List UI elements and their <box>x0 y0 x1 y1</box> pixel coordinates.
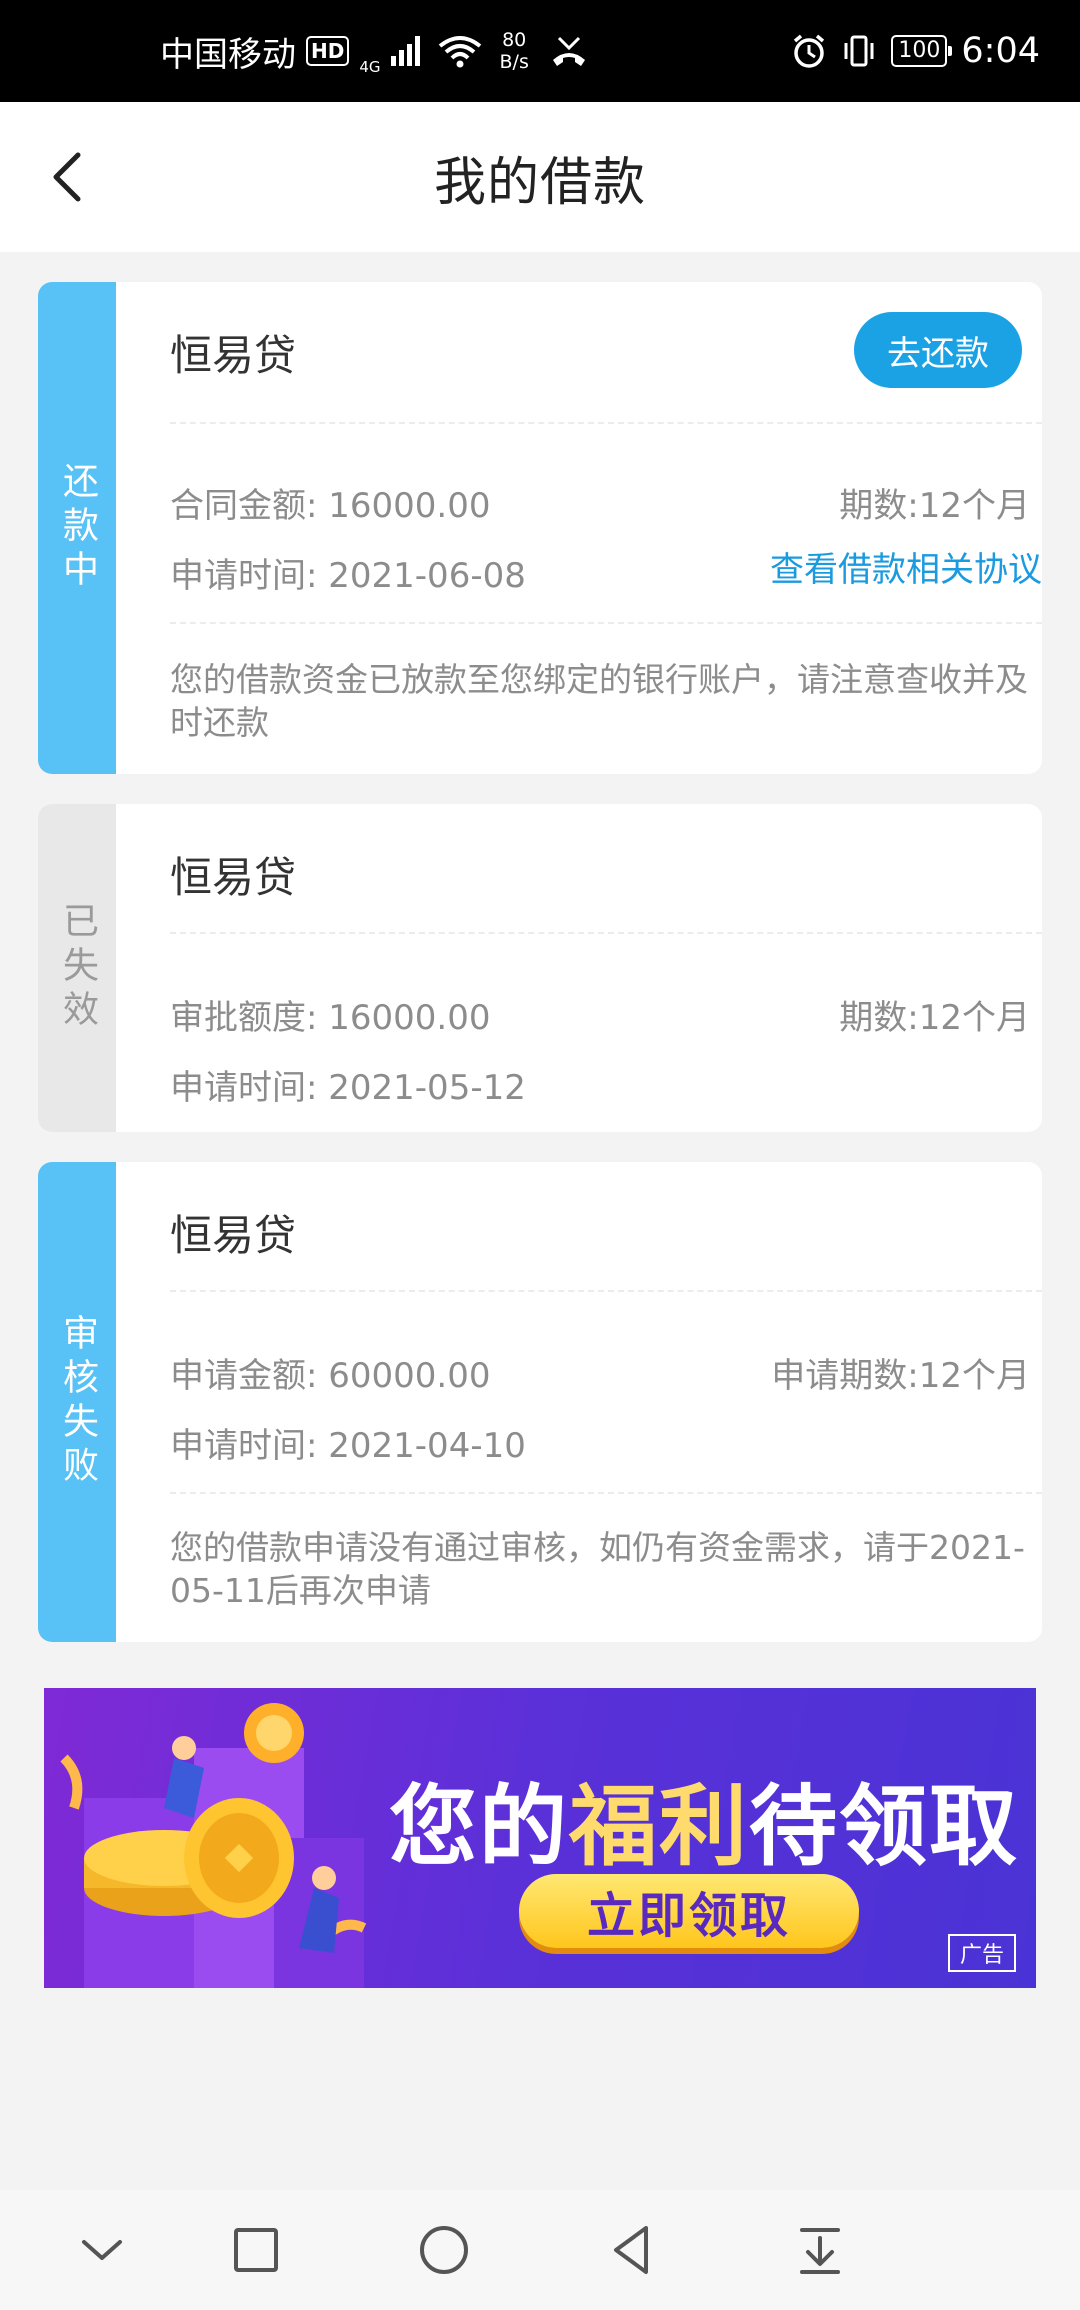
apply-date: 申请时间: 2021-04-10 <box>170 1426 526 1466</box>
apply-date: 申请时间: 2021-05-12 <box>170 1068 526 1108</box>
circle-icon[interactable] <box>414 2220 474 2280</box>
vibrate-icon <box>844 35 874 67</box>
loan-term: 期数:12个月 <box>839 486 1030 526</box>
ad-headline: 您的福利待领取 <box>389 1775 1020 1878</box>
loan-term: 期数:12个月 <box>839 998 1030 1038</box>
page-title: 我的借款 <box>433 152 646 213</box>
divider <box>170 932 1042 934</box>
chevron-down-icon[interactable] <box>72 2220 132 2280</box>
status-bar: 中国移动 HD 4G 80 B/s 100 6:04 <box>0 0 1080 102</box>
app-header: 我的借款 <box>0 102 1080 252</box>
loan-card-repaying: 还款中 恒易贷 去还款 合同金额: 16000.00 期数:12个月 申请时间:… <box>38 282 1042 774</box>
missed-call-icon <box>552 36 585 66</box>
loan-card-rejected: 审核失败 恒易贷 申请金额: 60000.00 申请期数:12个月 申请时间: … <box>38 1162 1042 1642</box>
status-strip: 已失效 <box>38 804 116 1132</box>
status-strip: 审核失败 <box>38 1162 116 1642</box>
clock: 6:04 <box>961 31 1040 71</box>
apply-date: 申请时间: 2021-06-08 <box>170 556 526 596</box>
ad-claim-button[interactable]: 立即领取 <box>519 1874 859 1948</box>
apply-term: 申请期数:12个月 <box>771 1356 1030 1396</box>
loan-status: 已失效 <box>57 902 98 1034</box>
loan-status: 还款中 <box>57 462 98 594</box>
divider <box>170 422 1042 424</box>
alarm-icon <box>794 34 825 68</box>
divider <box>170 1492 1042 1494</box>
carrier-name: 中国移动 <box>160 34 296 75</box>
repay-button[interactable]: 去还款 <box>854 312 1022 388</box>
apply-amount: 申请金额: 60000.00 <box>170 1356 491 1396</box>
ad-banner[interactable]: 您的福利待领取 立即领取 广告 <box>44 1688 1036 1988</box>
hd-icon: HD <box>306 36 350 66</box>
signal-icon <box>390 36 420 66</box>
contract-amount: 合同金额: 16000.00 <box>170 486 491 526</box>
divider <box>170 1290 1042 1292</box>
product-name: 恒易贷 <box>170 1211 297 1260</box>
approved-amount: 审批额度: 16000.00 <box>170 998 491 1038</box>
wifi-icon <box>438 36 481 68</box>
loan-status: 审核失败 <box>57 1314 98 1490</box>
chevron-left-icon[interactable] <box>40 147 100 207</box>
product-name: 恒易贷 <box>170 331 297 380</box>
network-type: 4G <box>359 58 381 76</box>
loan-note: 您的借款资金已放款至您绑定的银行账户，请注意查收并及时还款 <box>170 660 1028 742</box>
loan-note: 您的借款申请没有通过审核，如仍有资金需求，请于2021-05-11后再次申请 <box>170 1528 1025 1610</box>
network-speed: 80 B/s <box>499 29 529 73</box>
product-name: 恒易贷 <box>170 853 297 902</box>
view-agreement-link[interactable]: 查看借款相关协议 <box>770 542 1042 591</box>
ad-label: 广告 <box>947 1934 1016 1972</box>
coins-illustration <box>60 1703 367 1988</box>
loan-card-expired: 已失效 恒易贷 审批额度: 16000.00 期数:12个月 申请时间: 202… <box>38 804 1042 1132</box>
triangle-left-icon[interactable] <box>602 2220 662 2280</box>
download-bar-icon[interactable] <box>790 2220 850 2280</box>
status-strip: 还款中 <box>38 282 116 774</box>
square-icon[interactable] <box>226 2220 286 2280</box>
system-nav-bar <box>0 2190 1080 2310</box>
divider <box>170 622 1042 624</box>
battery-icon: 100 <box>891 35 953 67</box>
